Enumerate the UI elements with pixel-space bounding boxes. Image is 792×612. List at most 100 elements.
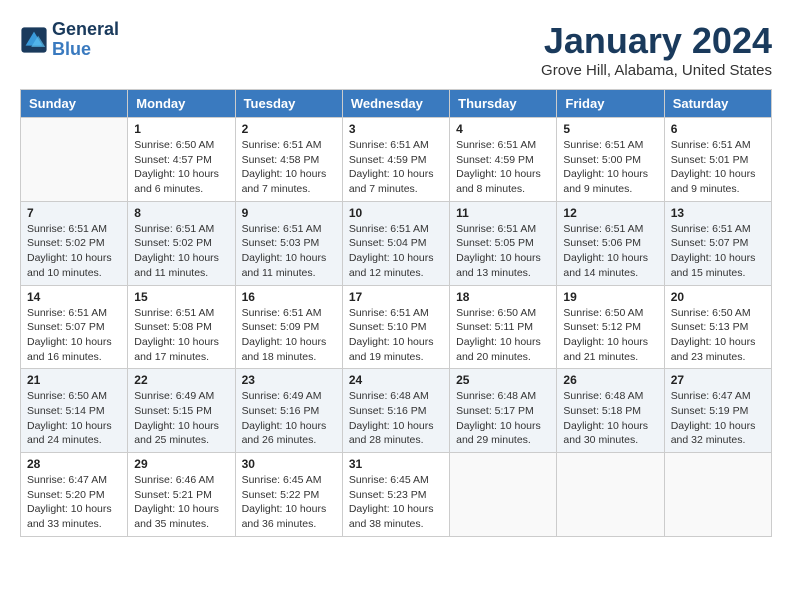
day-number: 4 — [456, 122, 550, 136]
calendar-cell: 8Sunrise: 6:51 AMSunset: 5:02 PMDaylight… — [128, 201, 235, 285]
day-number: 14 — [27, 290, 121, 304]
day-number: 18 — [456, 290, 550, 304]
day-number: 22 — [134, 373, 228, 387]
calendar-cell: 11 Sunrise: 6:51 AMSunset: 5:05 PMDayligh… — [450, 201, 557, 285]
day-info: Sunrise: 6:51 AMSunset: 5:02 PMDaylight:… — [134, 222, 228, 281]
day-info: Sunrise: 6:47 AMSunset: 5:20 PMDaylight:… — [27, 473, 121, 532]
calendar-cell: 22 Sunrise: 6:49 AMSunset: 5:15 PMDayligh… — [128, 369, 235, 453]
day-info: Sunrise: 6:51 AMSunset: 5:09 PMDaylight:… — [242, 306, 336, 365]
day-number: 27 — [671, 373, 765, 387]
day-info: Sunrise: 6:50 AMSunset: 5:13 PMDaylight:… — [671, 306, 765, 365]
subtitle: Grove Hill, Alabama, United States — [541, 62, 772, 79]
calendar-table: SundayMondayTuesdayWednesdayThursdayFrid… — [20, 89, 772, 537]
day-info: Sunrise: 6:45 AMSunset: 5:22 PMDaylight:… — [242, 473, 336, 532]
calendar-cell: 16 Sunrise: 6:51 AMSunset: 5:09 PMDayligh… — [235, 285, 342, 369]
day-number: 17 — [349, 290, 443, 304]
calendar-cell: 30 Sunrise: 6:45 AMSunset: 5:22 PMDayligh… — [235, 453, 342, 537]
calendar-body: 1 Sunrise: 6:50 AMSunset: 4:57 PMDaylight… — [21, 118, 772, 537]
calendar-cell: 29 Sunrise: 6:46 AMSunset: 5:21 PMDayligh… — [128, 453, 235, 537]
calendar-day-header: Tuesday — [235, 90, 342, 118]
day-info: Sunrise: 6:48 AMSunset: 5:18 PMDaylight:… — [563, 389, 657, 448]
logo-text: General Blue — [52, 20, 119, 60]
calendar-cell: 2 Sunrise: 6:51 AMSunset: 4:58 PMDaylight… — [235, 118, 342, 202]
day-number: 11 — [456, 206, 550, 220]
day-info: Sunrise: 6:51 AMSunset: 5:10 PMDaylight:… — [349, 306, 443, 365]
calendar-cell: 13Sunrise: 6:51 AMSunset: 5:07 PMDayligh… — [664, 201, 771, 285]
day-info: Sunrise: 6:48 AMSunset: 5:16 PMDaylight:… — [349, 389, 443, 448]
day-number: 6 — [671, 122, 765, 136]
calendar-header-row: SundayMondayTuesdayWednesdayThursdayFrid… — [21, 90, 772, 118]
day-number: 12 — [563, 206, 657, 220]
day-number: 31 — [349, 457, 443, 471]
calendar-cell: 18 Sunrise: 6:50 AMSunset: 5:11 PMDayligh… — [450, 285, 557, 369]
day-info: Sunrise: 6:51 AMSunset: 5:01 PMDaylight:… — [671, 138, 765, 197]
day-info: Sunrise: 6:51 AMSunset: 5:06 PMDaylight:… — [563, 222, 657, 281]
day-info: Sunrise: 6:51 AMSunset: 4:58 PMDaylight:… — [242, 138, 336, 197]
calendar-cell: 9Sunrise: 6:51 AMSunset: 5:03 PMDaylight… — [235, 201, 342, 285]
day-number: 24 — [349, 373, 443, 387]
calendar-cell: 15Sunrise: 6:51 AMSunset: 5:08 PMDayligh… — [128, 285, 235, 369]
calendar-cell: 1 Sunrise: 6:50 AMSunset: 4:57 PMDaylight… — [128, 118, 235, 202]
calendar-cell: 6 Sunrise: 6:51 AMSunset: 5:01 PMDaylight… — [664, 118, 771, 202]
day-number: 1 — [134, 122, 228, 136]
calendar-cell: 31 Sunrise: 6:45 AMSunset: 5:23 PMDayligh… — [342, 453, 449, 537]
day-info: Sunrise: 6:51 AMSunset: 5:02 PMDaylight:… — [27, 222, 121, 281]
day-number: 26 — [563, 373, 657, 387]
day-info: Sunrise: 6:47 AMSunset: 5:19 PMDaylight:… — [671, 389, 765, 448]
day-info: Sunrise: 6:50 AMSunset: 5:14 PMDaylight:… — [27, 389, 121, 448]
calendar-cell: 7 Sunrise: 6:51 AMSunset: 5:02 PMDaylight… — [21, 201, 128, 285]
day-number: 21 — [27, 373, 121, 387]
main-title: January 2024 — [541, 20, 772, 62]
calendar-week-row: 28 Sunrise: 6:47 AMSunset: 5:20 PMDayligh… — [21, 453, 772, 537]
calendar-week-row: 1 Sunrise: 6:50 AMSunset: 4:57 PMDaylight… — [21, 118, 772, 202]
day-number: 9 — [242, 206, 336, 220]
day-info: Sunrise: 6:45 AMSunset: 5:23 PMDaylight:… — [349, 473, 443, 532]
calendar-cell — [21, 118, 128, 202]
calendar-cell: 20 Sunrise: 6:50 AMSunset: 5:13 PMDayligh… — [664, 285, 771, 369]
calendar-week-row: 14 Sunrise: 6:51 AMSunset: 5:07 PMDayligh… — [21, 285, 772, 369]
day-info: Sunrise: 6:46 AMSunset: 5:21 PMDaylight:… — [134, 473, 228, 532]
calendar-cell: 19 Sunrise: 6:50 AMSunset: 5:12 PMDayligh… — [557, 285, 664, 369]
day-number: 29 — [134, 457, 228, 471]
day-info: Sunrise: 6:51 AMSunset: 5:04 PMDaylight:… — [349, 222, 443, 281]
day-info: Sunrise: 6:51 AMSunset: 5:05 PMDaylight:… — [456, 222, 550, 281]
day-info: Sunrise: 6:51 AMSunset: 5:08 PMDaylight:… — [134, 306, 228, 365]
day-info: Sunrise: 6:49 AMSunset: 5:16 PMDaylight:… — [242, 389, 336, 448]
day-info: Sunrise: 6:50 AMSunset: 5:11 PMDaylight:… — [456, 306, 550, 365]
calendar-cell: 25Sunrise: 6:48 AMSunset: 5:17 PMDayligh… — [450, 369, 557, 453]
day-info: Sunrise: 6:51 AMSunset: 4:59 PMDaylight:… — [349, 138, 443, 197]
calendar-cell: 26 Sunrise: 6:48 AMSunset: 5:18 PMDayligh… — [557, 369, 664, 453]
calendar-day-header: Sunday — [21, 90, 128, 118]
day-number: 2 — [242, 122, 336, 136]
calendar-week-row: 7 Sunrise: 6:51 AMSunset: 5:02 PMDaylight… — [21, 201, 772, 285]
calendar-cell: 27 Sunrise: 6:47 AMSunset: 5:19 PMDayligh… — [664, 369, 771, 453]
day-number: 20 — [671, 290, 765, 304]
day-number: 7 — [27, 206, 121, 220]
calendar-cell: 5 Sunrise: 6:51 AMSunset: 5:00 PMDaylight… — [557, 118, 664, 202]
calendar-cell: 4Sunrise: 6:51 AMSunset: 4:59 PMDaylight… — [450, 118, 557, 202]
day-info: Sunrise: 6:51 AMSunset: 5:07 PMDaylight:… — [27, 306, 121, 365]
day-number: 10 — [349, 206, 443, 220]
day-info: Sunrise: 6:50 AMSunset: 5:12 PMDaylight:… — [563, 306, 657, 365]
day-info: Sunrise: 6:49 AMSunset: 5:15 PMDaylight:… — [134, 389, 228, 448]
logo: General Blue — [20, 20, 119, 60]
day-number: 28 — [27, 457, 121, 471]
calendar-day-header: Friday — [557, 90, 664, 118]
calendar-cell: 28 Sunrise: 6:47 AMSunset: 5:20 PMDayligh… — [21, 453, 128, 537]
calendar-cell: 12 Sunrise: 6:51 AMSunset: 5:06 PMDayligh… — [557, 201, 664, 285]
calendar-cell: 21 Sunrise: 6:50 AMSunset: 5:14 PMDayligh… — [21, 369, 128, 453]
calendar-cell — [450, 453, 557, 537]
day-number: 23 — [242, 373, 336, 387]
day-number: 13 — [671, 206, 765, 220]
calendar-cell: 10 Sunrise: 6:51 AMSunset: 5:04 PMDayligh… — [342, 201, 449, 285]
calendar-cell — [664, 453, 771, 537]
day-info: Sunrise: 6:50 AMSunset: 4:57 PMDaylight:… — [134, 138, 228, 197]
page-header: General Blue January 2024 Grove Hill, Al… — [20, 20, 772, 79]
calendar-cell — [557, 453, 664, 537]
day-number: 30 — [242, 457, 336, 471]
calendar-day-header: Wednesday — [342, 90, 449, 118]
day-number: 16 — [242, 290, 336, 304]
day-number: 5 — [563, 122, 657, 136]
day-info: Sunrise: 6:51 AMSunset: 5:00 PMDaylight:… — [563, 138, 657, 197]
day-number: 19 — [563, 290, 657, 304]
